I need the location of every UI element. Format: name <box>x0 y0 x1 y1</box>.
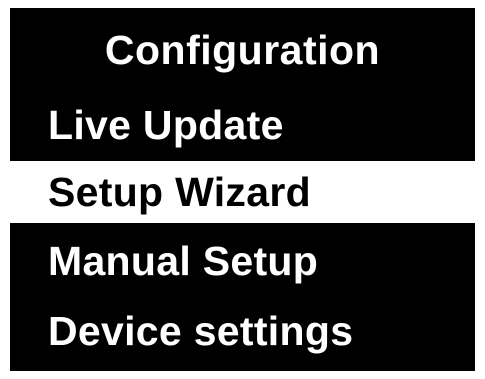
menu-item-manual-setup[interactable]: Manual Setup <box>10 230 475 292</box>
menu-title: Configuration <box>104 27 381 73</box>
menu-item-live-update[interactable]: Live Update <box>10 94 475 156</box>
menu-item-device-settings[interactable]: Device settings <box>10 300 475 362</box>
configuration-menu-screen: Configuration Live Update Setup Wizard M… <box>10 8 475 371</box>
menu-item-setup-wizard[interactable]: Setup Wizard <box>10 161 475 223</box>
